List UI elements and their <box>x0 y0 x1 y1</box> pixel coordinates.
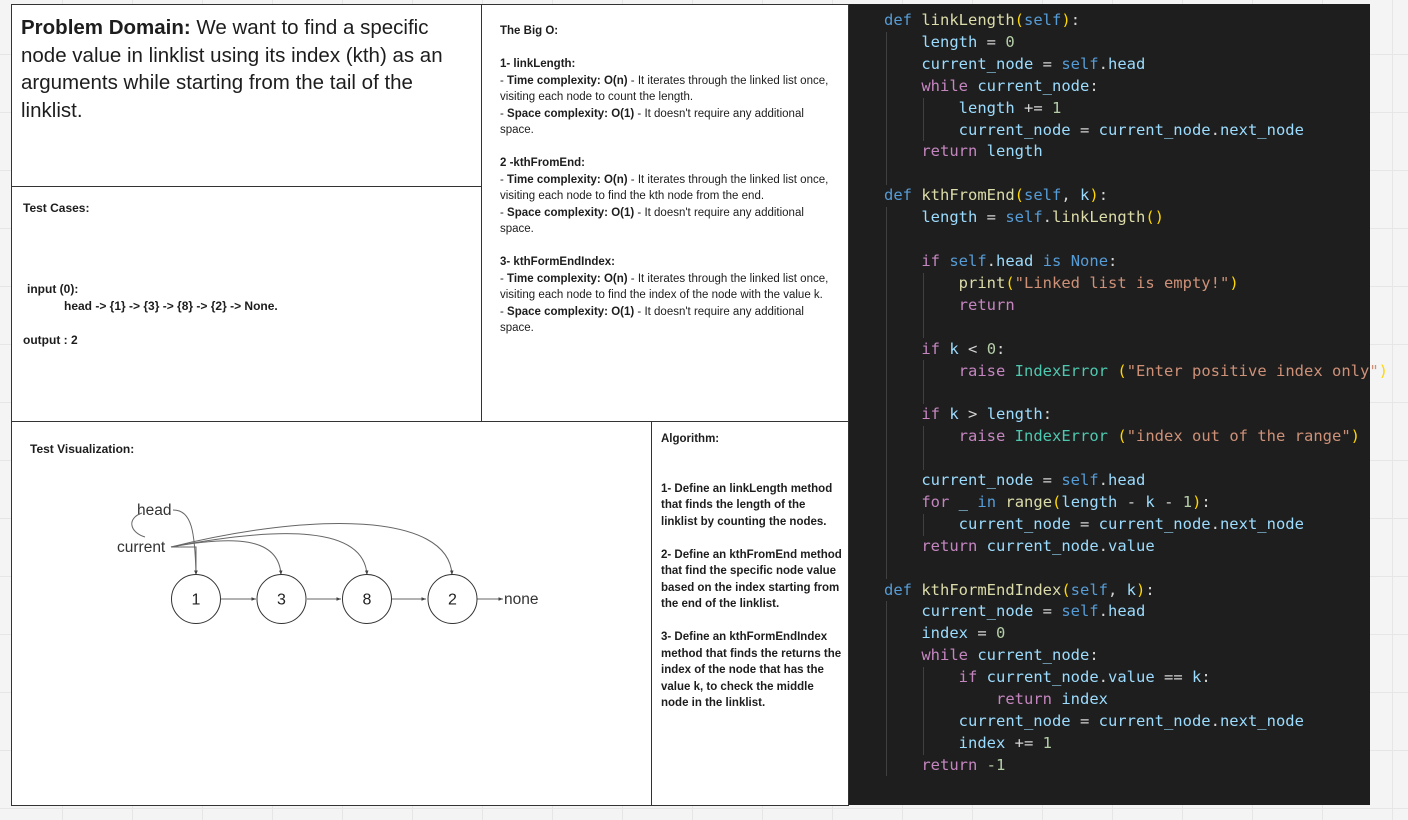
time-complexity-label: Time complexity: O(n) <box>507 74 628 87</box>
code-line: return index <box>995 690 1108 709</box>
code-line: raise IndexError ("Enter positive index … <box>958 361 1388 380</box>
test-input-label: input (0): <box>27 282 79 296</box>
problem-domain-panel: Problem Domain: We want to find a specif… <box>11 4 482 187</box>
code-line: length = self.linkLength() <box>921 208 1165 227</box>
code-line: current_node = self.head <box>921 54 1146 73</box>
big-o-sections: 1- linkLength: - Time complexity: O(n) - … <box>500 56 835 337</box>
space-complexity-label: Space complexity: O(1) <box>507 107 635 120</box>
time-complexity-line: - Time complexity: O(n) - It iterates th… <box>500 272 829 302</box>
head-label: head <box>137 502 171 519</box>
big-o-heading: 2 -kthFromEnd: <box>500 157 585 169</box>
list-node: 3 <box>256 574 307 624</box>
big-o-section: 2 -kthFromEnd: - Time complexity: O(n) - … <box>500 155 835 238</box>
current-label: current <box>117 539 166 556</box>
code-line: length = 0 <box>921 32 1015 51</box>
code-line: current_node = current_node.next_node <box>958 120 1304 139</box>
list-node: 8 <box>342 574 392 624</box>
node-value: 3 <box>277 592 286 609</box>
code-line: current_node = current_node.next_node <box>958 712 1304 730</box>
test-cases-panel: Test Cases: input (0): head -> {1} -> {3… <box>11 186 482 422</box>
time-complexity-label: Time complexity: O(n) <box>507 272 628 285</box>
big-o-heading: 1- linkLength: <box>500 58 576 70</box>
space-complexity-label: Space complexity: O(1) <box>507 305 635 318</box>
code-line: if k > length: <box>921 405 1053 424</box>
space-complexity-line: - Space complexity: O(1) - It doesn't re… <box>500 107 804 137</box>
big-o-heading: 3- kthFormEndIndex: <box>500 256 616 268</box>
big-o-panel: The Big O: 1- linkLength: - Time complexi… <box>481 4 849 422</box>
space-complexity-line: - Space complexity: O(1) - It doesn't re… <box>500 305 804 335</box>
algorithm-title: Algorithm: <box>661 433 720 445</box>
test-input-value: head -> {1} -> {3} -> {8} -> {2} -> None… <box>64 299 278 313</box>
code-line: index += 1 <box>958 733 1052 752</box>
code-line: while current_node: <box>921 76 1099 95</box>
code-line: current_node = self.head <box>921 602 1146 621</box>
code-line: current_node = self.head <box>921 471 1146 490</box>
algorithm-step: 1- Define an linkLength method that find… <box>661 482 833 528</box>
time-complexity-line: - Time complexity: O(n) - It iterates th… <box>500 173 829 203</box>
code-line: if self.head is None: <box>921 251 1118 270</box>
big-o-section: 3- kthFormEndIndex: - Time complexity: O(… <box>500 254 835 337</box>
test-output: output : 2 <box>23 333 78 347</box>
space-complexity-label: Space complexity: O(1) <box>507 206 635 219</box>
code-line: while current_node: <box>921 646 1099 665</box>
algorithm-step: 3- Define an kthFormEndIndex method that… <box>661 631 842 709</box>
code-panel: def linkLength(self): length = 0 current… <box>849 4 1388 805</box>
big-o-title: The Big O: <box>500 25 559 37</box>
code-line: for _ in range(length - k - 1): <box>921 492 1211 511</box>
code-line: return length <box>921 142 1043 161</box>
code-line: if k < 0: <box>921 339 1006 358</box>
current-pointer-arrow-2 <box>170 522 454 576</box>
code-line: def kthFromEnd(self, k): <box>884 186 1109 205</box>
current-pointer-arrow-3 <box>170 540 283 576</box>
algorithm-content: Algorithm: 1- Define an linkLength metho… <box>661 431 843 712</box>
none-label: none <box>504 591 538 608</box>
problem-domain-text: Problem Domain: We want to find a specif… <box>21 14 466 124</box>
space-complexity-line: - Space complexity: O(1) - It doesn't re… <box>500 206 804 236</box>
code-line: if current_node.value == k: <box>958 668 1211 687</box>
node-value: 8 <box>363 592 372 609</box>
code-block: def linkLength(self): length = 0 current… <box>884 10 1388 777</box>
code-line: return current_node.value <box>921 536 1155 555</box>
list-node: 2 <box>427 574 478 624</box>
code-line: return -1 <box>921 755 1006 774</box>
code-line: length += 1 <box>958 98 1062 117</box>
big-o-content: The Big O: 1- linkLength: - Time complexi… <box>500 23 835 337</box>
algorithm-panel: Algorithm: 1- Define an linkLength metho… <box>651 421 849 806</box>
code-line: raise IndexError ("index out of the rang… <box>958 427 1360 446</box>
algorithm-step: 2- Define an kthFromEnd method that find… <box>661 548 842 611</box>
code-line: index = 0 <box>921 624 1006 643</box>
time-complexity-label: Time complexity: O(n) <box>507 173 628 186</box>
code-line: print("Linked list is empty!") <box>958 273 1239 292</box>
code-line: return <box>958 295 1015 314</box>
problem-domain-label: Problem Domain: <box>21 16 191 39</box>
node-value: 1 <box>192 592 201 609</box>
code-line: current_node = current_node.next_node <box>958 514 1304 533</box>
node-value: 2 <box>448 592 457 609</box>
current-pointer-arrow-1 <box>171 546 198 575</box>
code-line: def kthFormEndIndex(self, k): <box>884 580 1155 599</box>
list-node: 1 <box>171 574 221 624</box>
head-pointer-arrow <box>172 509 198 576</box>
big-o-section: 1- linkLength: - Time complexity: O(n) - … <box>500 56 835 139</box>
time-complexity-line: - Time complexity: O(n) - It iterates th… <box>500 74 829 104</box>
test-visualization-panel: Test Visualization: head current 1 3 8 2… <box>11 421 652 806</box>
code-line: def linkLength(self): <box>884 11 1081 29</box>
test-cases-title: Test Cases: <box>23 201 90 215</box>
linked-list-diagram: head current 1 3 8 2 none <box>117 502 538 624</box>
